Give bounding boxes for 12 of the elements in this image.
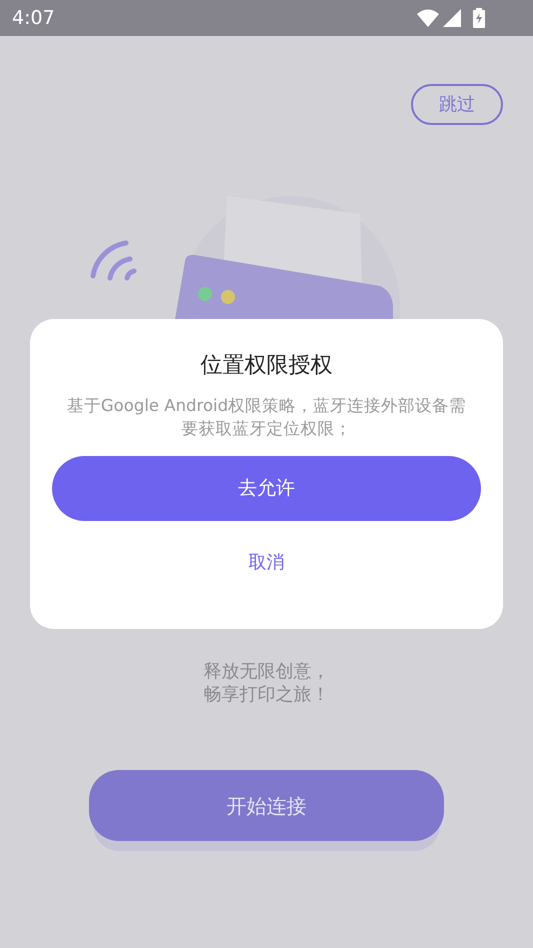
status-time: 4:07 — [12, 6, 55, 31]
allow-button[interactable]: 去允许 — [52, 456, 481, 521]
wifi-icon — [417, 9, 439, 27]
dialog-title: 位置权限授权 — [200, 352, 332, 380]
tagline-text: 释放无限创意， — [204, 660, 330, 683]
skip-button[interactable]: 跳过 — [411, 84, 503, 125]
battery-icon — [473, 8, 485, 28]
dialog-message: 基于Google Android权限策略，蓝牙连接外部设备需要获取蓝牙定位权限； — [66, 395, 468, 440]
start-connect-button[interactable]: 开始连接 — [89, 770, 444, 841]
signal-icon — [443, 9, 461, 27]
cancel-button[interactable]: 取消 — [236, 545, 296, 580]
tagline-text: 畅享打印之旅！ — [204, 683, 330, 706]
